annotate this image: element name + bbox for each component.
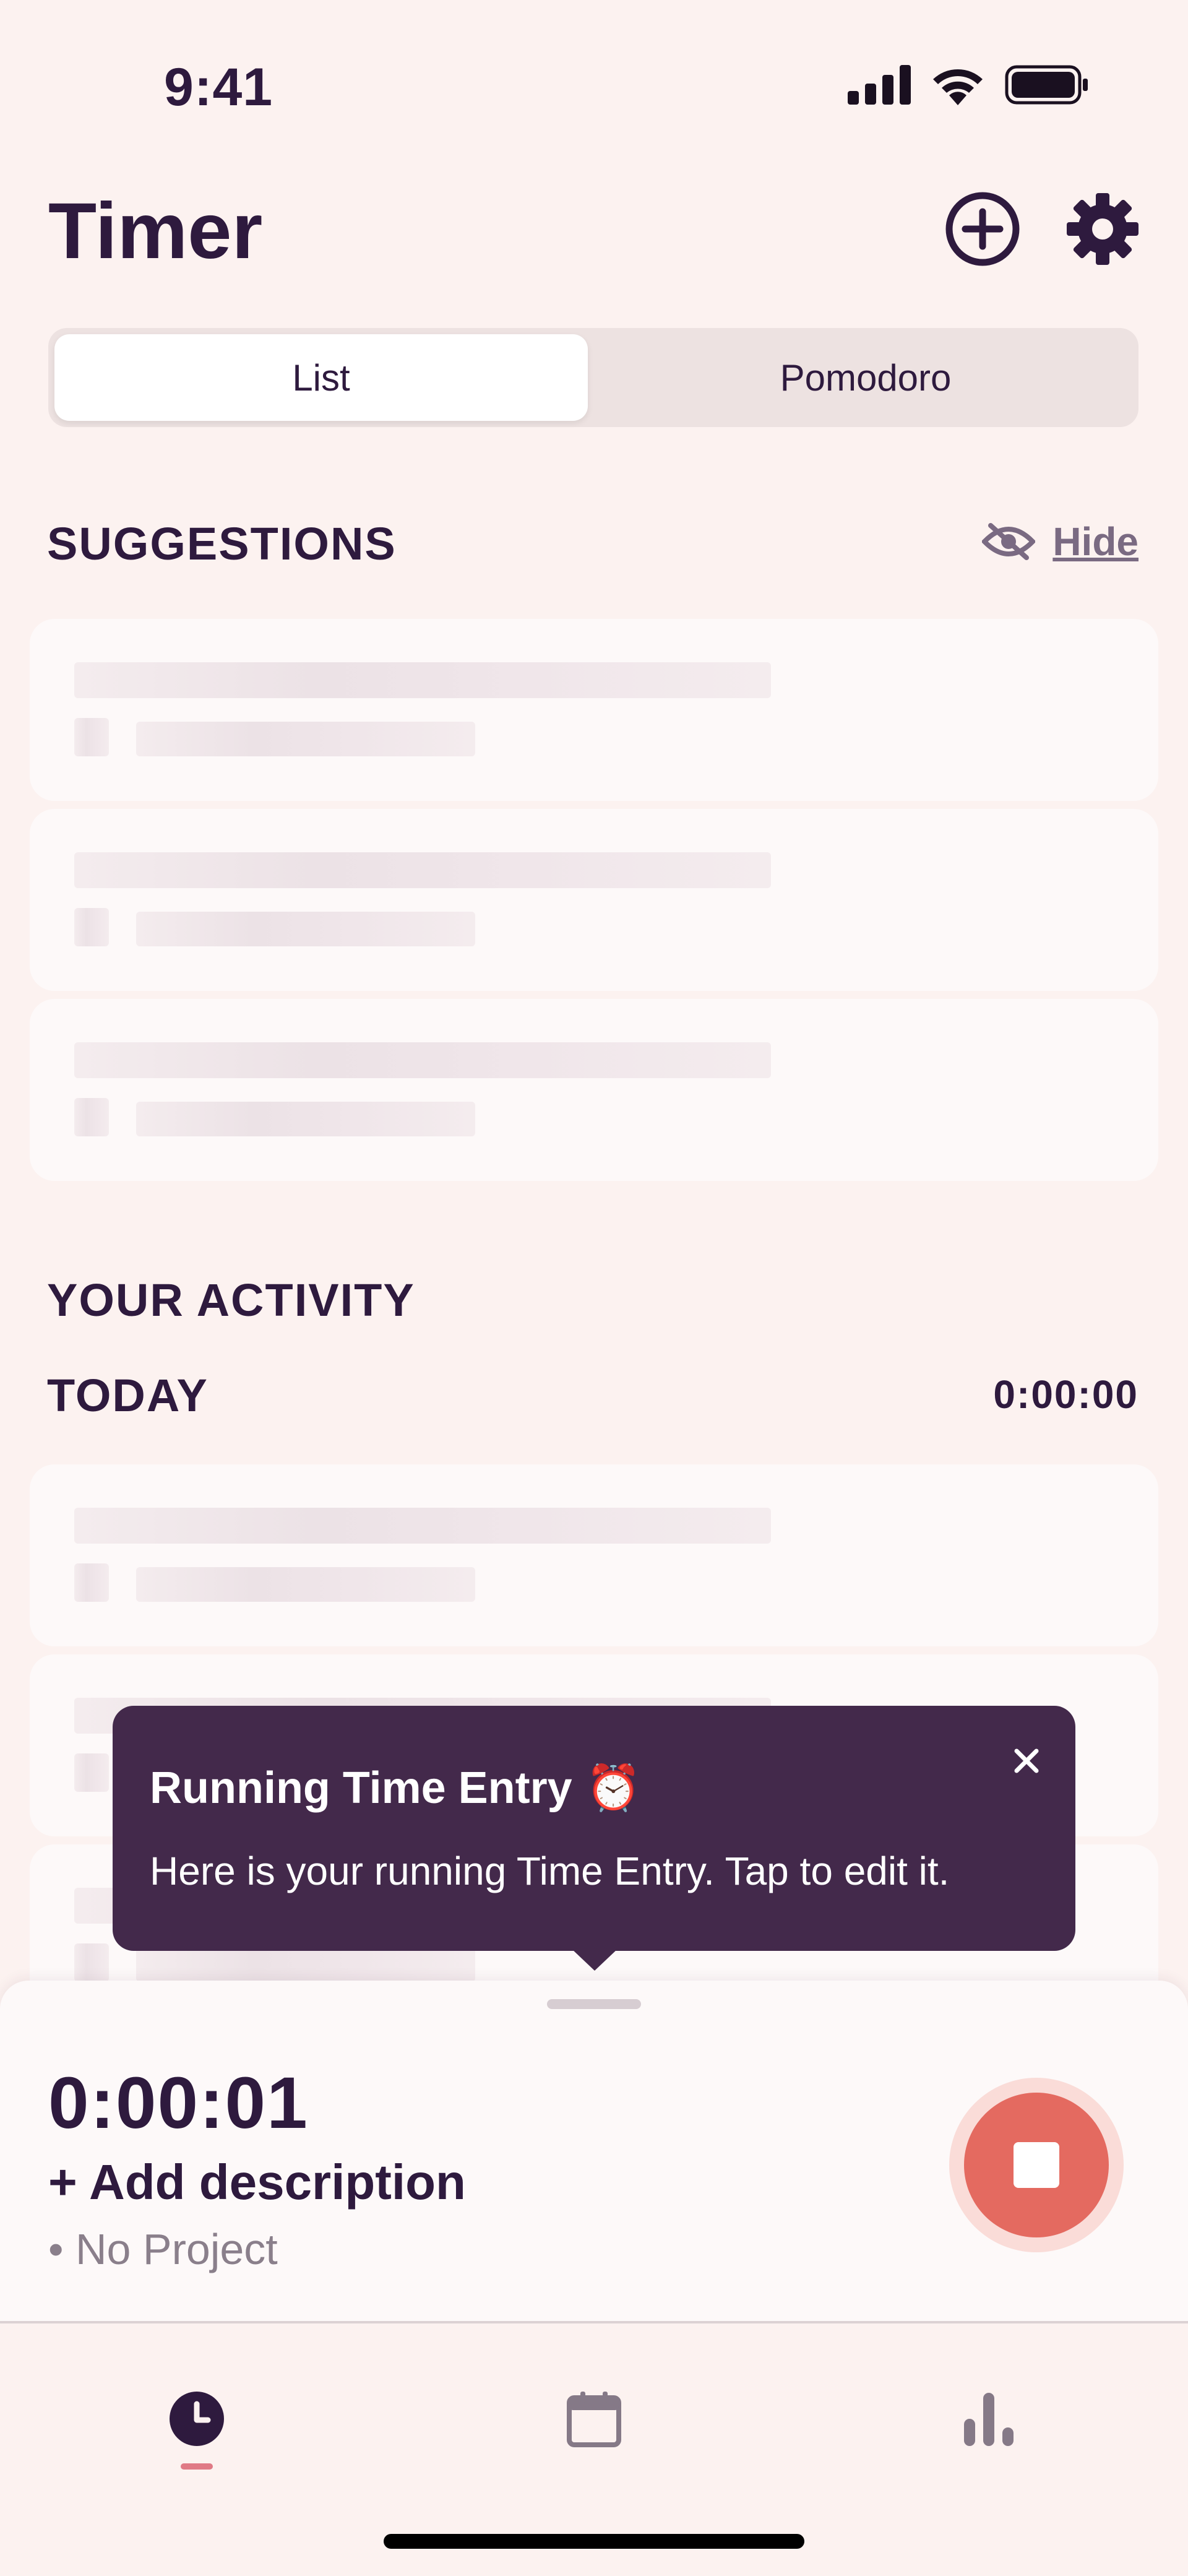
view-segmented-control: List Pomodoro xyxy=(48,328,1138,427)
page-title: Timer xyxy=(48,187,263,275)
project-label[interactable]: • No Project xyxy=(48,2224,278,2274)
add-entry-button[interactable] xyxy=(939,186,1026,272)
hide-label: Hide xyxy=(1052,519,1138,564)
add-circle-icon xyxy=(945,192,1020,266)
tab-list[interactable]: List xyxy=(54,334,588,421)
tab-timer[interactable] xyxy=(160,2382,234,2456)
wifi-icon xyxy=(933,69,983,105)
activity-heading: YOUR ACTIVITY xyxy=(47,1274,415,1326)
today-total: 0:00:00 xyxy=(993,1372,1138,1417)
stop-icon xyxy=(1014,2142,1059,2188)
sheet-drag-handle[interactable] xyxy=(547,1999,641,2009)
calendar-icon xyxy=(567,2392,621,2447)
gear-icon xyxy=(1067,193,1138,265)
add-description-button[interactable]: + Add description xyxy=(48,2154,466,2211)
status-time: 9:41 xyxy=(164,58,273,117)
signal-icon xyxy=(848,65,911,105)
status-icons xyxy=(848,64,1089,105)
eye-off-icon xyxy=(982,523,1036,560)
tooltip-title-row: Running Time Entry ⏰ xyxy=(150,1761,641,1814)
suggestion-placeholder[interactable] xyxy=(30,619,1158,801)
hide-suggestions-button[interactable]: Hide xyxy=(982,519,1138,564)
alarm-clock-icon: ⏰ xyxy=(585,1763,642,1813)
running-duration: 0:00:01 xyxy=(48,2062,309,2144)
stop-timer-button[interactable] xyxy=(964,2093,1109,2237)
active-tab-indicator xyxy=(181,2463,213,2470)
activity-placeholder[interactable] xyxy=(30,1464,1158,1646)
tab-calendar[interactable] xyxy=(557,2382,631,2456)
tooltip-close-button[interactable] xyxy=(1005,1739,1048,1783)
home-indicator xyxy=(384,2534,804,2549)
battery-icon xyxy=(1005,65,1088,105)
today-label: TODAY xyxy=(47,1370,209,1421)
bar-chart-icon xyxy=(964,2393,1014,2446)
clock-icon xyxy=(170,2392,224,2446)
tooltip-body: Here is your running Time Entry. Tap to … xyxy=(150,1849,950,1893)
suggestions-heading: SUGGESTIONS xyxy=(47,518,397,569)
tooltip-arrow xyxy=(571,1948,618,1971)
close-icon xyxy=(1014,1748,1039,1773)
tab-pomodoro[interactable]: Pomodoro xyxy=(599,334,1132,421)
suggestion-placeholder[interactable] xyxy=(30,809,1158,991)
tab-reports[interactable] xyxy=(952,2382,1026,2456)
tooltip-title: Running Time Entry xyxy=(150,1763,572,1813)
suggestion-placeholder[interactable] xyxy=(30,999,1158,1181)
settings-button[interactable] xyxy=(1059,186,1146,272)
running-entry-tooltip[interactable]: Running Time Entry ⏰ Here is your runnin… xyxy=(113,1706,1075,1951)
